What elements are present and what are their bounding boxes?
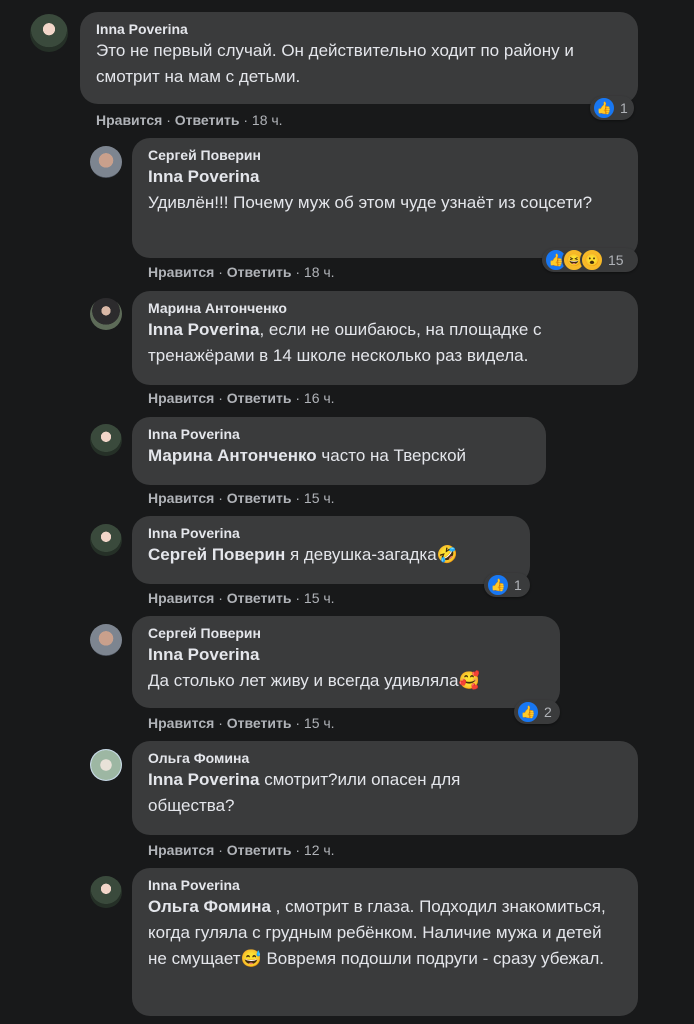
comment-text: Inna Poverina, если не ошибаюсь, на площ…: [148, 317, 626, 369]
reaction-count: 1: [620, 100, 628, 116]
comment-text: Inna Poverina смотрит?или опасен для общ…: [148, 767, 548, 819]
comment-actions: Нравится · Ответить · 15 ч.: [148, 490, 335, 506]
comment-author[interactable]: Ольга Фомина: [148, 749, 626, 767]
reply-link[interactable]: Ответить: [227, 490, 292, 506]
reactions-summary[interactable]: 👍 1: [484, 573, 530, 597]
mention-link[interactable]: Ольга Фомина: [148, 897, 271, 916]
comment-text: Да столько лет живу и всегда удивляла🥰: [148, 671, 480, 690]
avatar[interactable]: [90, 146, 122, 178]
separator: ·: [295, 715, 301, 731]
comment-text: Сергей Поверин я девушка-загадка🤣: [148, 542, 518, 568]
mention-link[interactable]: Inna Poverina: [148, 770, 259, 789]
separator: ·: [218, 590, 223, 606]
comment-author[interactable]: Сергей Поверин: [148, 146, 626, 164]
comment-time[interactable]: 18 ч.: [304, 264, 335, 280]
like-link[interactable]: Нравится: [148, 390, 214, 406]
mention-link[interactable]: Сергей Поверин: [148, 545, 285, 564]
comment-actions: Нравится · Ответить · 18 ч.: [148, 264, 335, 280]
separator: ·: [218, 842, 223, 858]
separator: ·: [295, 264, 301, 280]
comment-text-body: я девушка-загадка🤣: [289, 545, 458, 564]
reply-link[interactable]: Ответить: [227, 264, 292, 280]
comment-author[interactable]: Inna Poverina: [96, 20, 626, 38]
comment-time[interactable]: 15 ч.: [304, 490, 335, 506]
reply-link[interactable]: Ответить: [227, 715, 292, 731]
reply-link[interactable]: Ответить: [227, 842, 292, 858]
like-link[interactable]: Нравится: [148, 842, 214, 858]
separator: ·: [295, 490, 301, 506]
comment-bubble: Inna Poverina Сергей Поверин я девушка-з…: [132, 516, 530, 584]
comment-author[interactable]: Inna Poverina: [148, 876, 626, 894]
comment-time[interactable]: 18 ч.: [252, 112, 283, 128]
comment-bubble: Ольга Фомина Inna Poverina смотрит?или о…: [132, 741, 638, 835]
reaction-count: 2: [544, 704, 552, 720]
wow-reaction-icon: 😮: [580, 248, 604, 272]
avatar[interactable]: [90, 524, 122, 556]
reaction-count: 15: [608, 252, 624, 268]
reply-link[interactable]: Ответить: [175, 112, 240, 128]
comment-author[interactable]: Inna Poverina: [148, 524, 518, 542]
separator: ·: [218, 715, 223, 731]
comment-text: Удивлён!!! Почему муж об этом чуде узнаё…: [148, 193, 593, 212]
comment-text: Ольга Фомина , смотрит в глаза. Подходил…: [148, 894, 618, 972]
reactions-summary[interactable]: 👍 2: [514, 700, 560, 724]
separator: ·: [218, 490, 223, 506]
comment-author[interactable]: Сергей Поверин: [148, 624, 548, 642]
avatar[interactable]: [90, 424, 122, 456]
like-link[interactable]: Нравится: [148, 590, 214, 606]
avatar[interactable]: [90, 624, 122, 656]
mention-link[interactable]: Inna Poverina: [148, 320, 259, 339]
avatar[interactable]: [90, 749, 122, 781]
comment-bubble: Inna Poverina Марина Антонченко часто на…: [132, 417, 546, 485]
separator: ·: [243, 112, 249, 128]
comment-author[interactable]: Марина Антонченко: [148, 299, 626, 317]
separator: ·: [166, 112, 171, 128]
comment-bubble: Inna Poverina Это не первый случай. Он д…: [80, 12, 638, 104]
like-link[interactable]: Нравится: [96, 112, 162, 128]
reaction-count: 1: [514, 577, 522, 593]
reactions-summary[interactable]: 👍 1: [590, 96, 634, 120]
comment-time[interactable]: 16 ч.: [304, 390, 335, 406]
reply-link[interactable]: Ответить: [227, 390, 292, 406]
comment-actions: Нравится · Ответить · 16 ч.: [148, 390, 335, 406]
comment-bubble: Сергей Поверин Inna Poverina Да столько …: [132, 616, 560, 708]
avatar[interactable]: [90, 298, 122, 330]
like-reaction-icon: 👍: [486, 573, 510, 597]
comment-actions: Нравится · Ответить · 15 ч.: [148, 590, 335, 606]
comment-actions: Нравится · Ответить · 18 ч.: [96, 112, 283, 128]
comment-text: Это не первый случай. Он действительно х…: [96, 41, 574, 86]
separator: ·: [295, 842, 301, 858]
comment-author[interactable]: Inna Poverina: [148, 425, 534, 443]
like-link[interactable]: Нравится: [148, 490, 214, 506]
reply-link[interactable]: Ответить: [227, 590, 292, 606]
like-link[interactable]: Нравится: [148, 264, 214, 280]
mention-link[interactable]: Inna Poverina: [148, 642, 548, 668]
comment-bubble: Сергей Поверин Inna Poverina Удивлён!!! …: [132, 138, 638, 258]
separator: ·: [295, 590, 301, 606]
comment-time[interactable]: 15 ч.: [304, 715, 335, 731]
comment-text: Марина Антонченко часто на Тверской: [148, 443, 534, 469]
like-reaction-icon: 👍: [592, 96, 616, 120]
separator: ·: [295, 390, 301, 406]
comment-actions: Нравится · Ответить · 12 ч.: [148, 842, 335, 858]
separator: ·: [218, 390, 223, 406]
avatar[interactable]: [30, 14, 68, 52]
comment-actions: Нравится · Ответить · 15 ч.: [148, 715, 335, 731]
comment-bubble: Inna Poverina Ольга Фомина , смотрит в г…: [132, 868, 638, 1016]
mention-link[interactable]: Марина Антонченко: [148, 446, 317, 465]
comment-text-body: часто на Тверской: [321, 446, 467, 465]
comment-bubble: Марина Антонченко Inna Poverina, если не…: [132, 291, 638, 385]
mention-link[interactable]: Inna Poverina: [148, 164, 626, 190]
comment-time[interactable]: 12 ч.: [304, 842, 335, 858]
like-reaction-icon: 👍: [516, 700, 540, 724]
avatar[interactable]: [90, 876, 122, 908]
separator: ·: [218, 264, 223, 280]
comment-time[interactable]: 15 ч.: [304, 590, 335, 606]
reactions-summary[interactable]: 👍 😆 😮 15: [542, 248, 638, 272]
like-link[interactable]: Нравится: [148, 715, 214, 731]
